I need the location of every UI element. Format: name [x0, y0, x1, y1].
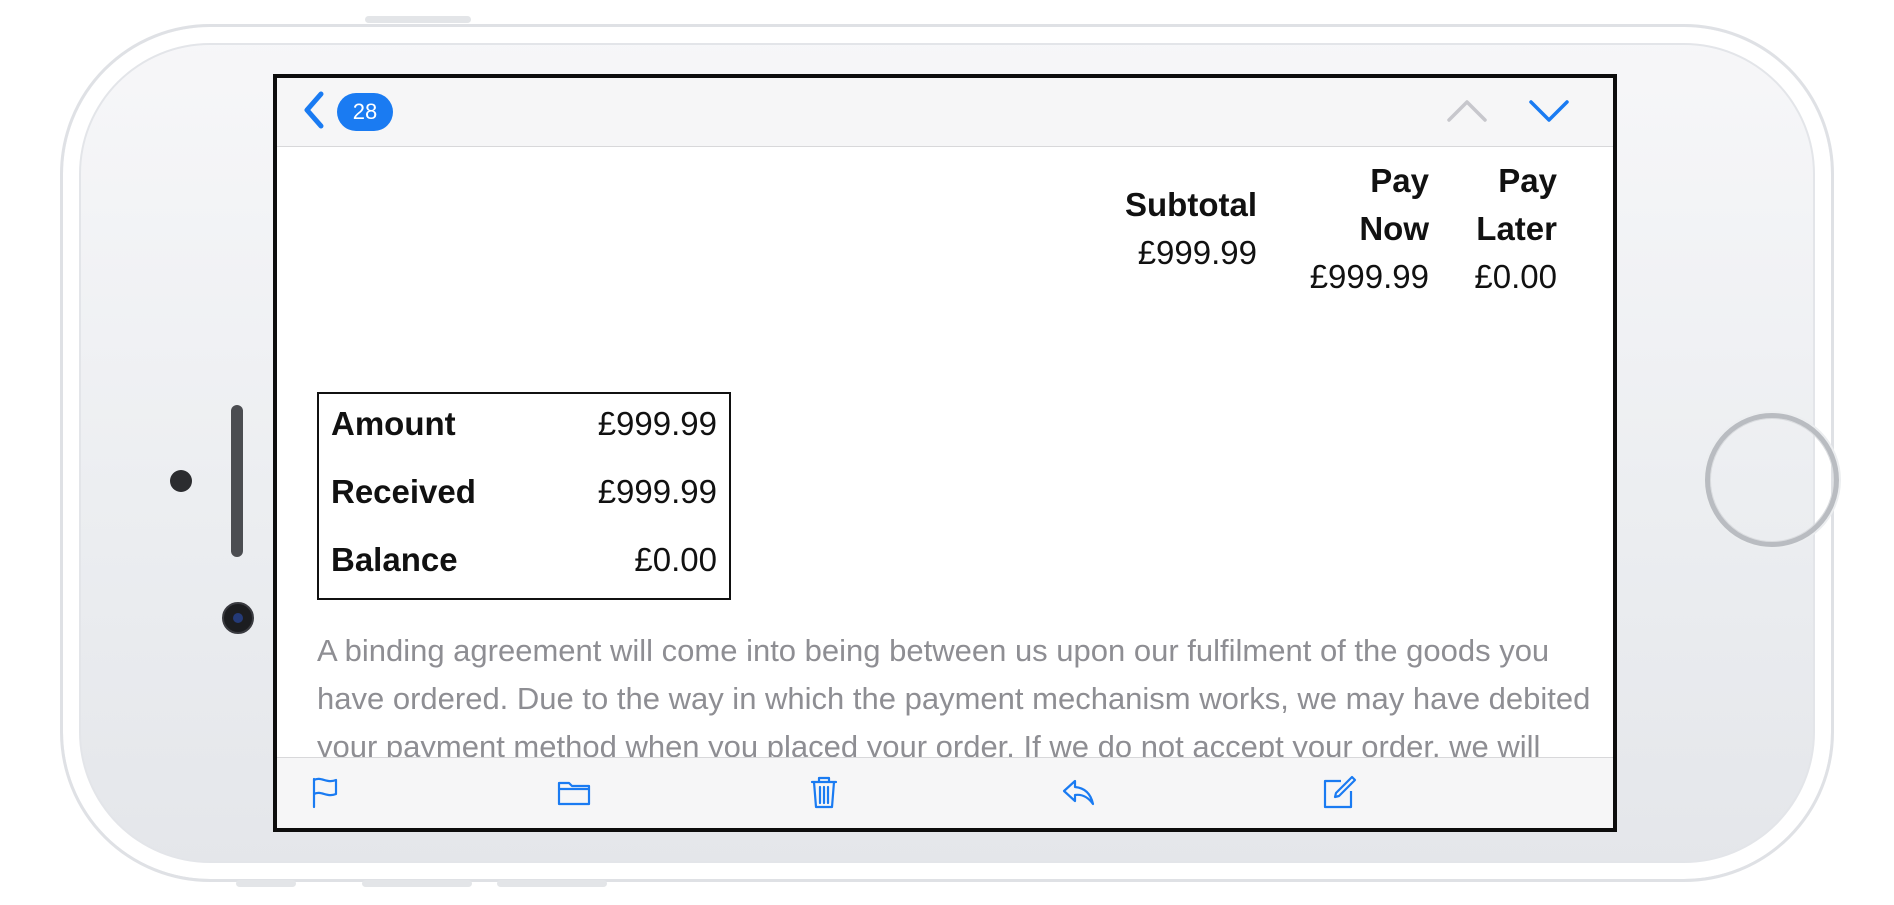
flag-icon[interactable]	[307, 774, 343, 810]
pay-now-column: Pay Now £999.99	[1310, 157, 1429, 301]
pay-later-header-line1: Pay	[1498, 162, 1557, 199]
earpiece-speaker	[231, 405, 243, 557]
chevron-up-icon[interactable]	[1445, 96, 1489, 126]
chevron-down-icon[interactable]	[1527, 96, 1571, 126]
chevron-left-icon[interactable]	[301, 90, 327, 130]
mail-screen: 28 Subtotal £999.99 Pay Now £999.99 Pay …	[273, 74, 1617, 832]
pay-now-value: £999.99	[1309, 258, 1429, 295]
summary-label: Balance	[331, 541, 458, 578]
summary-value: £999.99	[597, 473, 717, 510]
compose-icon[interactable]	[1321, 774, 1357, 810]
summary-label: Amount	[331, 405, 456, 442]
subtotal-header: Subtotal	[1125, 186, 1257, 223]
payment-summary-table: Amount £999.99 Received £999.99 Balance …	[317, 392, 731, 600]
pay-now-header-line2: Now	[1359, 210, 1429, 247]
summary-label: Received	[331, 473, 476, 510]
volume-button	[497, 880, 607, 887]
pay-later-header-line2: Later	[1476, 210, 1557, 247]
summary-value: £0.00	[634, 541, 717, 578]
pay-now-header-line1: Pay	[1370, 162, 1429, 199]
bottom-toolbar	[277, 757, 1613, 828]
back-count-badge[interactable]: 28	[337, 93, 393, 131]
top-button	[365, 16, 471, 23]
summary-row-received: Received £999.99	[331, 472, 717, 512]
subtotal-column: Subtotal £999.99	[1125, 181, 1257, 277]
folder-icon[interactable]	[556, 774, 592, 810]
pay-later-value: £0.00	[1474, 258, 1557, 295]
summary-value: £999.99	[597, 405, 717, 442]
summary-row-amount: Amount £999.99	[331, 404, 717, 444]
volume-button	[236, 880, 296, 887]
proximity-sensor	[170, 470, 192, 492]
home-button[interactable]	[1705, 413, 1839, 547]
pay-later-column: Pay Later £0.00	[1474, 157, 1557, 301]
front-camera	[222, 602, 254, 634]
message-body: Subtotal £999.99 Pay Now £999.99 Pay Lat…	[277, 147, 1613, 812]
reply-icon[interactable]	[1060, 774, 1096, 810]
volume-button	[362, 880, 472, 887]
summary-row-balance: Balance £0.00	[331, 540, 717, 580]
navigation-bar: 28	[277, 78, 1613, 147]
trash-icon[interactable]	[806, 774, 842, 810]
subtotal-value: £999.99	[1137, 234, 1257, 271]
